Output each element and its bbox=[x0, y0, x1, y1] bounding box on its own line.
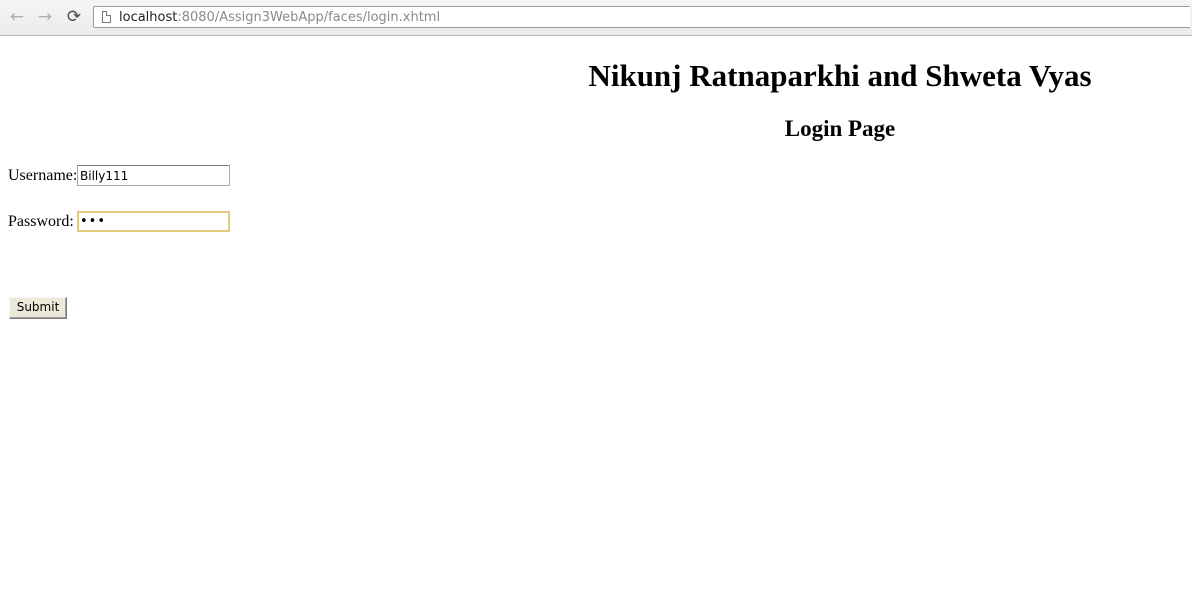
url-path: :8080/Assign3WebApp/faces/login.xhtml bbox=[177, 10, 441, 25]
page-content: Nikunj Ratnaparkhi and Shweta Vyas Login… bbox=[0, 36, 1192, 612]
reload-icon[interactable]: ⟳ bbox=[63, 6, 85, 28]
username-input[interactable] bbox=[77, 165, 230, 186]
password-label: Password: bbox=[8, 213, 74, 230]
submit-button[interactable]: Submit bbox=[9, 297, 67, 319]
page-title: Nikunj Ratnaparkhi and Shweta Vyas bbox=[588, 58, 1092, 93]
password-input[interactable] bbox=[77, 211, 230, 232]
username-label: Username: bbox=[8, 167, 78, 184]
back-arrow-icon[interactable]: ← bbox=[6, 6, 28, 28]
page-subtitle: Login Page bbox=[784, 116, 896, 141]
address-bar[interactable]: localhost:8080/Assign3WebApp/faces/login… bbox=[93, 6, 1190, 28]
url-text: localhost:8080/Assign3WebApp/faces/login… bbox=[119, 9, 440, 26]
page-icon bbox=[102, 11, 111, 23]
forward-arrow-icon[interactable]: → bbox=[34, 6, 56, 28]
browser-toolbar: ← → ⟳ localhost:8080/Assign3WebApp/faces… bbox=[0, 0, 1192, 36]
url-host: localhost bbox=[119, 10, 178, 25]
